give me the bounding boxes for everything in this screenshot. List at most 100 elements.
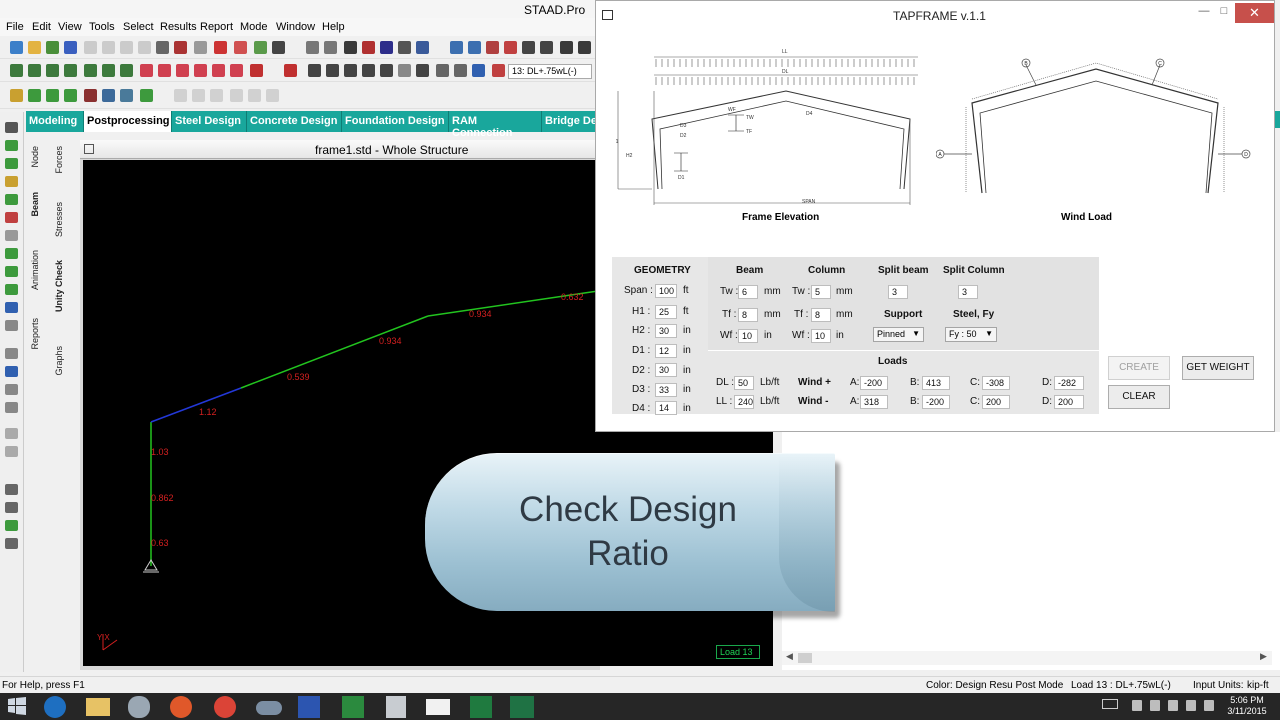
wind-plus-c-input[interactable]: -308 [982, 376, 1010, 390]
create-button[interactable]: CREATE [1108, 356, 1170, 380]
tab-postprocessing[interactable]: Postprocessing [84, 111, 172, 132]
section-tool-icon[interactable] [5, 266, 18, 277]
load-tool-icon[interactable] [5, 302, 18, 313]
beam-icon[interactable] [468, 41, 481, 54]
print-icon[interactable] [84, 41, 97, 54]
redo-icon[interactable] [174, 41, 187, 54]
vtab-stresses[interactable]: Stresses [54, 202, 64, 237]
view-bottom-icon[interactable] [120, 64, 133, 77]
snap-icon[interactable] [234, 41, 247, 54]
spin-left-icon[interactable] [212, 64, 225, 77]
tab-steel-design[interactable]: Steel Design [172, 111, 247, 132]
node-icon[interactable] [504, 41, 517, 54]
spec-tool-icon[interactable] [5, 348, 18, 359]
vtab-node[interactable]: Node [30, 146, 40, 168]
view-tool-icon[interactable] [5, 484, 18, 495]
vtab-forces[interactable]: Forces [54, 146, 64, 174]
view-top-icon[interactable] [102, 64, 115, 77]
hammer-icon[interactable] [272, 41, 285, 54]
zoom-all-icon[interactable] [416, 64, 429, 77]
clear-button[interactable]: CLEAR [1108, 385, 1170, 409]
post-tool-icon[interactable] [5, 402, 18, 413]
display-icon[interactable] [472, 64, 485, 77]
scroll-left-icon[interactable]: ◀ [786, 651, 793, 662]
tab-concrete-design[interactable]: Concrete Design [247, 111, 342, 132]
ll-input[interactable]: 240 [734, 395, 754, 409]
volume-icon[interactable] [1204, 700, 1214, 711]
highlight-tool-icon[interactable] [5, 212, 18, 223]
wind-plus-a-input[interactable]: -200 [860, 376, 888, 390]
system-clock[interactable]: 5:06 PM 3/11/2015 [1224, 695, 1270, 717]
tab-ram-connection[interactable]: RAM Connection [449, 111, 542, 139]
member-icon[interactable] [522, 41, 535, 54]
cad-icon[interactable] [470, 696, 492, 718]
group-tool-icon[interactable] [5, 248, 18, 259]
delete-icon[interactable] [138, 41, 151, 54]
stress-tool-icon[interactable] [5, 538, 18, 549]
zoom-out-icon[interactable] [344, 64, 357, 77]
copy-icon[interactable] [120, 41, 133, 54]
save-icon[interactable] [64, 41, 77, 54]
rotate-up-icon[interactable] [140, 64, 153, 77]
file-explorer-icon[interactable] [86, 698, 110, 716]
surface-cursor-icon[interactable] [102, 89, 115, 102]
support-tool-icon[interactable] [5, 284, 18, 295]
window-system-icon[interactable] [602, 10, 613, 20]
graph-tool-icon[interactable] [5, 520, 18, 531]
support-select[interactable]: Pinned ▼ [873, 327, 924, 342]
menu-view[interactable]: View [58, 21, 82, 33]
horizontal-scrollbar[interactable]: ◀ ▶ [782, 651, 1272, 665]
chrome-icon[interactable] [214, 696, 236, 718]
rafter-member-1[interactable] [240, 315, 429, 389]
start-button[interactable] [6, 696, 34, 718]
zoom-icon[interactable] [308, 64, 321, 77]
vtab-animation[interactable]: Animation [30, 250, 40, 290]
beams-cursor-icon[interactable] [46, 89, 59, 102]
beam-tw-input[interactable]: 6 [738, 285, 758, 299]
vtab-unity-check[interactable]: Unity Check [54, 260, 64, 312]
rotate-right-icon[interactable] [194, 64, 207, 77]
beam-wf-input[interactable]: 10 [738, 329, 758, 343]
analysis-tool-icon[interactable] [5, 384, 18, 395]
cut-icon[interactable] [102, 41, 115, 54]
rotate-icon[interactable] [230, 89, 243, 102]
view-front-icon[interactable] [28, 64, 41, 77]
view-right-icon[interactable] [84, 64, 97, 77]
zoom-minus-icon[interactable] [362, 64, 375, 77]
open-folder-icon[interactable] [46, 41, 59, 54]
flag-icon[interactable] [1168, 700, 1178, 711]
vtab-reports[interactable]: Reports [30, 318, 40, 350]
wind-minus-b-input[interactable]: -200 [922, 395, 950, 409]
viewport-window-icon[interactable] [84, 144, 94, 154]
node-tool-icon[interactable] [5, 140, 18, 151]
mirror-icon[interactable] [210, 89, 223, 102]
menu-select[interactable]: Select [123, 21, 154, 33]
photo-icon[interactable] [344, 41, 357, 54]
menu-mode[interactable]: Mode [240, 21, 268, 33]
wind-minus-a-input[interactable]: 318 [860, 395, 888, 409]
menu-edit[interactable]: Edit [32, 21, 51, 33]
page-setup-icon[interactable] [324, 41, 337, 54]
zoom-window-icon[interactable] [284, 64, 297, 77]
view-back-icon[interactable] [46, 64, 59, 77]
wind-plus-b-input[interactable]: 413 [922, 376, 950, 390]
split-beam-input[interactable]: 3 [888, 285, 908, 299]
vtab-beam[interactable]: Beam [30, 192, 40, 217]
picture-icon[interactable] [380, 41, 393, 54]
get-weight-button[interactable]: GET WEIGHT [1182, 356, 1254, 380]
vtab-graphs[interactable]: Graphs [54, 346, 64, 376]
help-icon[interactable] [416, 41, 429, 54]
staad-connect-icon[interactable] [342, 696, 364, 718]
open-file-icon[interactable] [28, 41, 41, 54]
rotate-left-icon[interactable] [176, 64, 189, 77]
print-preview-icon[interactable] [306, 41, 319, 54]
tray-app-icon[interactable] [1150, 700, 1160, 711]
plate-tool-icon[interactable] [5, 176, 18, 187]
scroll-thumb[interactable] [798, 653, 812, 663]
zoom-in-icon[interactable] [326, 64, 339, 77]
menu-file[interactable]: File [6, 21, 24, 33]
wind-minus-d-input[interactable]: 200 [1054, 395, 1084, 409]
minimize-icon[interactable]: — [1194, 5, 1214, 19]
plates-cursor-icon[interactable] [64, 89, 77, 102]
circular-repeat-icon[interactable] [192, 89, 205, 102]
